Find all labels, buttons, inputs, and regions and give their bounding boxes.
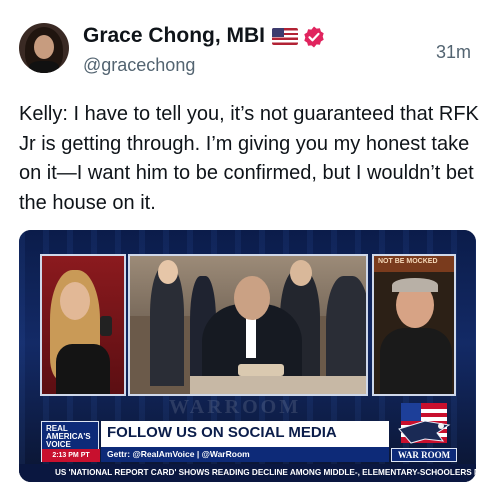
lower-third-subline: Gettr: @RealAmVoice | @WarRoom	[101, 447, 389, 462]
warroom-watermark: WARROOM	[169, 396, 302, 418]
video-frame-left	[40, 254, 126, 396]
author-handle[interactable]: @gracechong	[83, 55, 195, 76]
video-frame-right: NOT BE MOCKED	[372, 254, 456, 396]
lower-third-headline: FOLLOW US ON SOCIAL MEDIA	[107, 424, 337, 441]
tweet-media-video[interactable]: NOT BE MOCKED WARROOM REAL AMERICA'S VOI…	[19, 230, 476, 482]
news-ticker: US 'NATIONAL REPORT CARD' SHOWS READING …	[19, 464, 476, 482]
show-logo-label: WAR ROOM	[391, 448, 457, 462]
network-brand-text: REAL AMERICA'S VOICE	[46, 424, 91, 449]
tweet-post: Grace Chong, MBI @gracechong 31m Kelly: …	[0, 0, 495, 500]
author-avatar[interactable]	[19, 23, 69, 73]
right-frame-banner: NOT BE MOCKED	[378, 258, 438, 265]
tweet-text: Kelly: I have to tell you, it’s not guar…	[19, 103, 479, 214]
author-display-name[interactable]: Grace Chong, MBI	[83, 24, 265, 48]
us-flag-icon	[272, 28, 298, 45]
network-brand: REAL AMERICA'S VOICE 2:13 PM PT	[41, 421, 100, 462]
broadcast-time: 2:13 PM PT	[42, 449, 100, 462]
lower-third: REAL AMERICA'S VOICE 2:13 PM PT FOLLOW U…	[41, 403, 457, 462]
post-timestamp[interactable]: 31m	[436, 42, 471, 63]
verified-badge-icon	[304, 26, 324, 48]
video-frame-center	[128, 254, 368, 396]
headline-bar: FOLLOW US ON SOCIAL MEDIA Gettr: @RealAm…	[101, 421, 389, 462]
